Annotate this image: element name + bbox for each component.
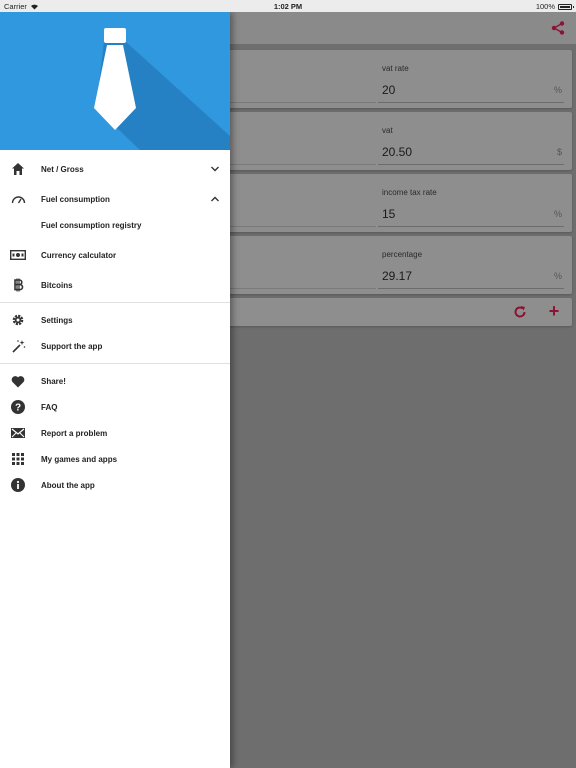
menu-item-about[interactable]: About the app — [0, 472, 230, 498]
percentage-card: percentage 29.17 % — [228, 236, 572, 294]
menu-item-label: Fuel consumption — [41, 194, 110, 204]
card-unit: % — [553, 85, 562, 95]
menu-item-label: Share! — [41, 376, 66, 386]
menu-item-label: FAQ — [41, 402, 58, 412]
status-bar: Carrier 1:02 PM 100% — [0, 0, 576, 12]
bitcoin-icon — [10, 277, 26, 293]
menu-item-label: Currency calculator — [41, 250, 117, 260]
left-field-line — [228, 102, 376, 103]
menu-item-settings[interactable]: Settings — [0, 307, 230, 333]
envelope-icon — [10, 425, 26, 441]
left-field-line — [228, 164, 376, 165]
battery-icon — [558, 3, 574, 10]
action-bar: + — [228, 298, 572, 326]
menu-item-fuel-registry[interactable]: Fuel consumption registry — [0, 212, 230, 238]
heart-icon — [10, 373, 26, 389]
card-label: income tax rate — [382, 188, 437, 197]
menu-item-label: Fuel consumption registry — [41, 220, 142, 230]
vat-rate-card: vat rate 20 % — [228, 50, 572, 108]
card-label: vat rate — [382, 64, 409, 73]
menu-item-fuel-consumption[interactable]: Fuel consumption — [0, 186, 230, 212]
grid-icon — [10, 451, 26, 467]
menu-item-net-gross[interactable]: Net / Gross — [0, 156, 230, 182]
refresh-icon[interactable] — [512, 304, 528, 320]
battery-percent: 100% — [535, 2, 555, 11]
chevron-down-icon[interactable] — [210, 164, 220, 174]
menu-item-bitcoins[interactable]: Bitcoins — [0, 272, 230, 298]
menu-item-share[interactable]: Share! — [0, 368, 230, 394]
card-unit: $ — [556, 147, 562, 157]
card-value[interactable]: 29.17 — [382, 269, 412, 283]
field-underline — [378, 226, 564, 227]
magic-wand-icon — [10, 338, 26, 354]
menu-item-label: My games and apps — [41, 454, 118, 464]
field-underline — [378, 102, 564, 103]
home-icon — [10, 161, 26, 177]
menu-item-support[interactable]: Support the app — [0, 333, 230, 359]
speedometer-icon — [10, 191, 26, 207]
vat-card: vat 20.50 $ — [228, 112, 572, 170]
chevron-up-icon[interactable] — [210, 194, 220, 204]
menu-divider — [0, 363, 230, 364]
share-icon[interactable] — [550, 20, 566, 36]
card-unit: % — [553, 271, 562, 281]
field-underline — [378, 164, 564, 165]
menu-item-label: Support the app — [41, 341, 103, 351]
menu-item-label: Settings — [41, 315, 73, 325]
menu-item-label: About the app — [41, 480, 95, 490]
menu-item-report-problem[interactable]: Report a problem — [0, 420, 230, 446]
battery-group: 100% — [535, 2, 574, 11]
field-underline — [378, 288, 564, 289]
gear-icon — [10, 312, 26, 328]
income-tax-card: income tax rate 15 % — [228, 174, 572, 232]
menu-item-faq[interactable]: ? FAQ — [0, 394, 230, 420]
info-icon — [10, 477, 26, 493]
add-button[interactable]: + — [546, 302, 562, 320]
status-time: 1:02 PM — [273, 2, 303, 11]
card-label: percentage — [382, 250, 423, 259]
svg-text:?: ? — [15, 403, 21, 414]
tie-logo-icon — [94, 28, 230, 150]
card-value[interactable]: 15 — [382, 207, 395, 221]
navigation-drawer: Net / Gross Fuel consumption Fuel consum… — [0, 12, 230, 768]
banknote-icon — [10, 247, 26, 263]
menu-item-label: Report a problem — [41, 428, 108, 438]
card-value[interactable]: 20.50 — [382, 145, 412, 159]
menu-item-currency-calculator[interactable]: Currency calculator — [0, 242, 230, 268]
drawer-header — [0, 12, 230, 150]
question-icon: ? — [10, 399, 26, 415]
menu-item-label: Bitcoins — [41, 280, 73, 290]
card-value[interactable]: 20 — [382, 83, 395, 97]
menu-divider — [0, 302, 230, 303]
card-unit: % — [553, 209, 562, 219]
left-field-line — [228, 226, 376, 227]
card-label: vat — [382, 126, 393, 135]
drawer-menu: Net / Gross Fuel consumption Fuel consum… — [0, 150, 230, 498]
menu-item-games-apps[interactable]: My games and apps — [0, 446, 230, 472]
left-field-line — [228, 288, 376, 289]
menu-item-label: Net / Gross — [41, 164, 84, 174]
